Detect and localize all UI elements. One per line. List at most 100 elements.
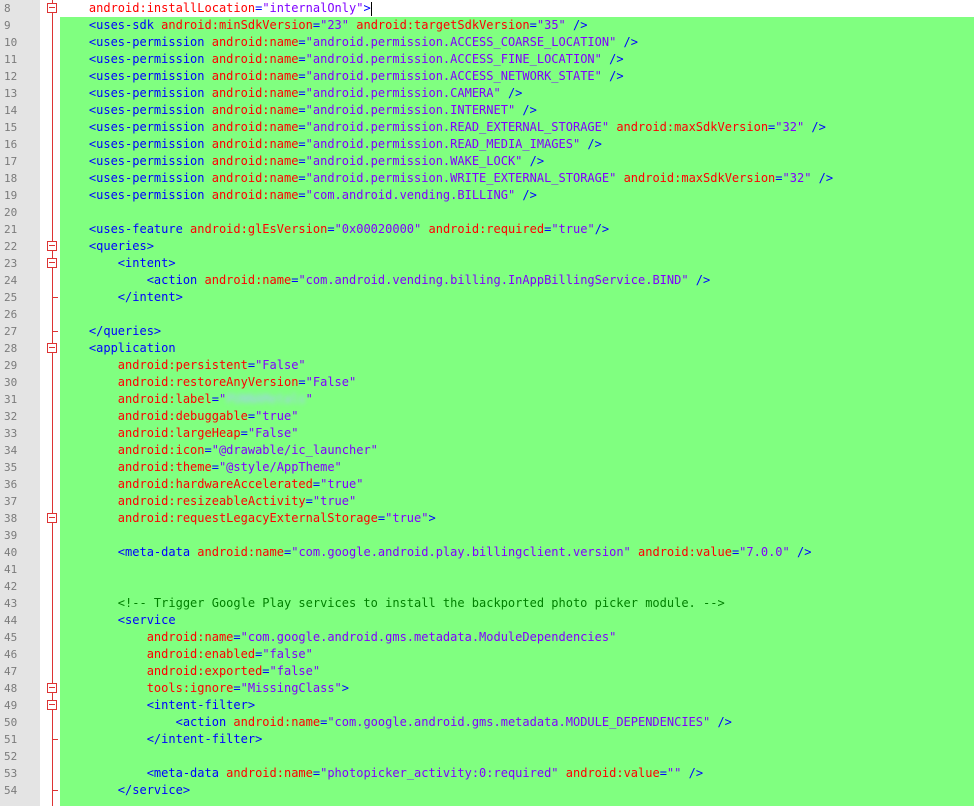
code-text[interactable]: android:persistent="False" <box>60 357 306 374</box>
code-text[interactable]: <intent-filter> <box>60 697 255 714</box>
code-line[interactable]: 9 <uses-sdk android:minSdkVersion = "23" a… <box>0 17 974 34</box>
code-text[interactable]: <uses-feature android:glEsVersion="0x000… <box>60 221 609 238</box>
fold-collapse-icon[interactable] <box>47 513 57 523</box>
code-text[interactable]: <uses-permission android:name="com.andro… <box>60 187 537 204</box>
code-line[interactable]: 21 <uses-feature android:glEsVersion="0x… <box>0 221 974 238</box>
code-line[interactable]: 34 android:icon="@drawable/ic_launcher" <box>0 442 974 459</box>
code-text[interactable]: </intent-filter> <box>60 731 263 748</box>
fold-collapse-icon[interactable] <box>47 343 57 353</box>
code-line[interactable]: 40 <meta-data android:name="com.google.a… <box>0 544 974 561</box>
code-line[interactable]: 54 </service> <box>0 782 974 799</box>
code-text[interactable]: </intent> <box>60 289 183 306</box>
code-line[interactable]: 32 android:debuggable="true" <box>0 408 974 425</box>
code-text[interactable]: android:debuggable="true" <box>60 408 299 425</box>
code-line[interactable]: 16 <uses-permission android:name="androi… <box>0 136 974 153</box>
code-text[interactable]: android:enabled="false" <box>60 646 313 663</box>
code-text[interactable]: <intent> <box>60 255 176 272</box>
code-token: "" <box>666 766 682 780</box>
code-text[interactable]: <uses-permission android:name="android.p… <box>60 68 624 85</box>
code-text[interactable]: <action android:name="com.android.vendin… <box>60 272 711 289</box>
code-line[interactable]: 48 tools:ignore="MissingClass"> <box>0 680 974 697</box>
code-editor[interactable]: 8 android:installLocation="internalOnly"… <box>0 0 974 806</box>
code-text[interactable]: <queries> <box>60 238 154 255</box>
code-line[interactable]: 38 android:requestLegacyExternalStorage=… <box>0 510 974 527</box>
code-line[interactable]: 25 </intent> <box>0 289 974 306</box>
code-line[interactable]: 36 android:hardwareAccelerated="true" <box>0 476 974 493</box>
code-text[interactable]: android:theme="@style/AppTheme" <box>60 459 342 476</box>
code-line[interactable]: 14 <uses-permission android:name="androi… <box>0 102 974 119</box>
code-line[interactable]: 26 <box>0 306 974 323</box>
code-text[interactable]: android:label="PUNNAMetals" <box>60 391 313 408</box>
code-text[interactable]: android:largeHeap="False" <box>60 425 299 442</box>
code-text[interactable]: tools:ignore="MissingClass"> <box>60 680 349 697</box>
code-line[interactable]: 28 <application <box>0 340 974 357</box>
code-text[interactable]: android:exported="false" <box>60 663 320 680</box>
code-text[interactable]: android:name="com.google.android.gms.met… <box>60 629 617 646</box>
code-text[interactable]: <application <box>60 340 176 357</box>
code-text[interactable]: <uses-sdk android:minSdkVersion = "23" and… <box>60 17 588 34</box>
code-line[interactable]: 50 <action android:name="com.google.andr… <box>0 714 974 731</box>
code-text[interactable]: <service <box>60 612 176 629</box>
code-line[interactable]: 45 android:name="com.google.android.gms.… <box>0 629 974 646</box>
code-token: android:name <box>60 630 234 644</box>
code-line[interactable]: 51 </intent-filter> <box>0 731 974 748</box>
code-text[interactable]: <uses-permission android:name="android.p… <box>60 34 638 51</box>
code-line[interactable]: 30 android:restoreAnyVersion="False" <box>0 374 974 391</box>
code-text[interactable]: <uses-permission android:name="android.p… <box>60 119 826 136</box>
code-line[interactable]: 29 android:persistent="False" <box>0 357 974 374</box>
fold-collapse-icon[interactable] <box>47 258 57 268</box>
fold-collapse-icon[interactable] <box>47 3 57 13</box>
code-text[interactable]: <uses-permission android:name="android.p… <box>60 102 537 119</box>
code-line[interactable]: 10 <uses-permission android:name="androi… <box>0 34 974 51</box>
code-line[interactable]: 33 android:largeHeap="False" <box>0 425 974 442</box>
code-text[interactable]: </service> <box>60 782 190 799</box>
code-line[interactable]: 17 <uses-permission android:name="androi… <box>0 153 974 170</box>
code-line[interactable]: 53 <meta-data android:name = "photopicker_… <box>0 765 974 782</box>
code-line[interactable]: 13 <uses-permission android:name="androi… <box>0 85 974 102</box>
code-line[interactable]: 20 <box>0 204 974 221</box>
code-line[interactable]: 24 <action android:name="com.android.ven… <box>0 272 974 289</box>
code-line[interactable]: 15 <uses-permission android:name="androi… <box>0 119 974 136</box>
code-line[interactable]: 43 <!-- Trigger Google Play services to … <box>0 595 974 612</box>
code-text[interactable]: android:restoreAnyVersion="False" <box>60 374 356 391</box>
code-text[interactable]: android:resizeableActivity="true" <box>60 493 356 510</box>
code-text[interactable]: <uses-permission android:name="android.p… <box>60 136 602 153</box>
code-line[interactable]: 52 <box>0 748 974 765</box>
code-line[interactable]: 35 android:theme="@style/AppTheme" <box>0 459 974 476</box>
code-line[interactable]: 18 <uses-permission android:name="androi… <box>0 170 974 187</box>
code-text[interactable]: android:installLocation="internalOnly"> <box>60 0 372 17</box>
code-text[interactable]: android:icon="@drawable/ic_launcher" <box>60 442 378 459</box>
code-text[interactable]: <uses-permission android:name="android.p… <box>60 85 523 102</box>
code-line[interactable]: 44 <service <box>0 612 974 629</box>
code-token: /> <box>515 188 537 202</box>
fold-collapse-icon[interactable] <box>47 241 57 251</box>
code-line[interactable]: 46 android:enabled="false" <box>0 646 974 663</box>
code-line[interactable]: 41 <box>0 561 974 578</box>
code-text[interactable]: <meta-data android:name = "photopicker_act… <box>60 765 703 782</box>
code-line[interactable]: 8 android:installLocation="internalOnly"… <box>0 0 974 17</box>
code-text[interactable]: <uses-permission android:name="android.p… <box>60 170 833 187</box>
code-text[interactable]: <!-- Trigger Google Play services to ins… <box>60 595 725 612</box>
code-text[interactable]: <action android:name="com.google.android… <box>60 714 732 731</box>
code-text[interactable]: android:hardwareAccelerated="true" <box>60 476 364 493</box>
code-line[interactable]: 19 <uses-permission android:name="com.an… <box>0 187 974 204</box>
code-line[interactable]: 47 android:exported="false" <box>0 663 974 680</box>
code-text[interactable]: <uses-permission android:name="android.p… <box>60 153 544 170</box>
code-text[interactable]: android:requestLegacyExternalStorage="tr… <box>60 510 436 527</box>
code-line[interactable]: 11 <uses-permission android:name="androi… <box>0 51 974 68</box>
code-text[interactable]: <meta-data android:name="com.google.andr… <box>60 544 812 561</box>
code-line[interactable]: 39 <box>0 527 974 544</box>
code-line[interactable]: 37 android:resizeableActivity="true" <box>0 493 974 510</box>
code-line[interactable]: 12 <uses-permission android:name="androi… <box>0 68 974 85</box>
code-line[interactable]: 31 android:label="PUNNAMetals" <box>0 391 974 408</box>
fold-collapse-icon[interactable] <box>47 700 57 710</box>
code-line[interactable]: 22 <queries> <box>0 238 974 255</box>
code-line[interactable]: 27 </queries> <box>0 323 974 340</box>
code-text[interactable]: <uses-permission android:name="android.p… <box>60 51 624 68</box>
fold-collapse-icon[interactable] <box>47 683 57 693</box>
code-line[interactable]: 42 <box>0 578 974 595</box>
code-line[interactable]: 49 <intent-filter> <box>0 697 974 714</box>
code-line[interactable]: 23 <intent> <box>0 255 974 272</box>
code-text[interactable]: </queries> <box>60 323 161 340</box>
